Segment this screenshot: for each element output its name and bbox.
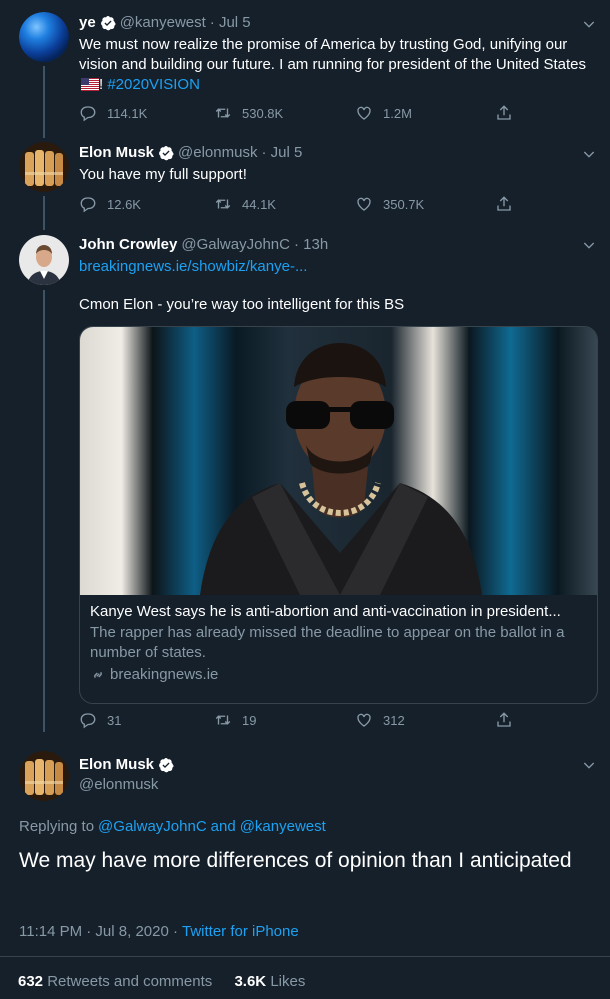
retweet-button[interactable]: 530.8K <box>214 104 355 122</box>
avatar-kanyewest[interactable] <box>19 12 69 62</box>
retweet-icon <box>215 199 231 209</box>
retweet-icon <box>215 108 231 118</box>
chevron-down-icon[interactable] <box>581 16 597 32</box>
avatar-galwayjohnc[interactable] <box>19 235 69 285</box>
retweets-stat[interactable]: 632 Retweets and comments <box>18 973 212 990</box>
tweet-text: We must now realize the promise of Ameri… <box>79 36 586 93</box>
tweet-date[interactable]: · 13h <box>294 236 328 253</box>
main-tweet-text: We may have more differences of opinion … <box>19 849 572 872</box>
like-button[interactable]: 350.7K <box>355 195 495 213</box>
reply-button[interactable]: 31 <box>79 711 214 729</box>
tweet-text: Cmon Elon - you’re way too intelligent f… <box>79 296 405 313</box>
retweet-count: 44.1K <box>242 196 276 212</box>
share-icon <box>497 712 511 727</box>
reply-button[interactable]: 12.6K <box>79 195 214 213</box>
share-icon <box>497 196 511 211</box>
verified-badge-icon <box>100 15 116 30</box>
like-count: 1.2M <box>383 105 412 121</box>
tweet-timestamp[interactable]: 11:14 PM · Jul 8, 2020 · <box>19 923 178 940</box>
reply-count: 12.6K <box>107 196 141 212</box>
reply-icon <box>80 106 96 122</box>
author-handle[interactable]: @elonmusk <box>178 144 257 161</box>
chevron-down-icon[interactable] <box>581 757 597 773</box>
like-button[interactable]: 1.2M <box>355 104 495 122</box>
author-handle[interactable]: @elonmusk <box>79 776 158 793</box>
verified-badge-icon <box>159 757 174 772</box>
link-preview-card[interactable]: Kanye West says he is anti-abortion and … <box>79 326 598 704</box>
reply-mention-link[interactable]: @kanyewest <box>240 818 326 835</box>
reply-icon <box>80 197 96 213</box>
heart-icon <box>357 106 371 120</box>
tweet-date[interactable]: · Jul 5 <box>210 14 251 31</box>
card-description: The rapper has already missed the deadli… <box>90 624 565 661</box>
link-icon <box>94 671 102 678</box>
heart-icon <box>357 713 371 727</box>
engagement-stats: 632 Retweets and comments 3.6K Likes <box>18 973 305 990</box>
divider <box>0 956 610 957</box>
reply-count: 114.1K <box>107 105 148 121</box>
tweet-text: You have my full support! <box>79 166 247 183</box>
reply-and: and <box>210 818 236 835</box>
retweet-button[interactable]: 44.1K <box>214 195 355 213</box>
card-image <box>80 327 597 595</box>
chevron-down-icon[interactable] <box>581 237 597 253</box>
author-name[interactable]: John Crowley <box>79 236 177 253</box>
share-button[interactable] <box>495 711 523 729</box>
tweet-meta: 11:14 PM · Jul 8, 2020 · Twitter for iPh… <box>19 923 299 940</box>
retweet-count: 19 <box>242 712 257 728</box>
author-handle[interactable]: @GalwayJohnC <box>181 236 290 253</box>
tweet-actions: 31 19 312 <box>79 711 523 729</box>
like-count: 312 <box>383 712 405 728</box>
author-handle[interactable]: @kanyewest <box>120 14 206 31</box>
avatar-elonmusk[interactable] <box>19 142 69 192</box>
thread-line <box>43 66 45 138</box>
tweet-date[interactable]: · Jul 5 <box>261 144 302 161</box>
replying-prefix: Replying to <box>19 818 95 835</box>
retweet-icon <box>215 715 231 725</box>
us-flag-icon <box>81 77 99 91</box>
author-name[interactable]: ye <box>79 14 96 31</box>
share-button[interactable] <box>495 195 523 213</box>
like-button[interactable]: 312 <box>355 711 495 729</box>
reply-icon <box>80 713 96 729</box>
heart-icon <box>357 197 371 211</box>
tweet-source-link[interactable]: Twitter for iPhone <box>182 923 299 940</box>
retweet-button[interactable]: 19 <box>214 711 355 729</box>
card-title: Kanye West says he is anti-abortion and … <box>90 603 561 620</box>
likes-stat[interactable]: 3.6K Likes <box>234 973 305 990</box>
thread-line <box>43 196 45 230</box>
like-count: 350.7K <box>383 196 425 212</box>
retweet-count: 530.8K <box>242 105 284 121</box>
thread-line <box>43 290 45 732</box>
tweet-link[interactable]: breakingnews.ie/showbiz/kanye-... <box>79 257 307 277</box>
tweet-actions: 114.1K 530.8K 1.2M <box>79 104 523 122</box>
reply-button[interactable]: 114.1K <box>79 104 214 122</box>
author-name[interactable]: Elon Musk <box>79 756 154 773</box>
chevron-down-icon[interactable] <box>581 146 597 162</box>
share-button[interactable] <box>495 104 523 122</box>
share-icon <box>497 105 511 120</box>
verified-badge-icon <box>159 145 174 160</box>
hashtag-link[interactable]: #2020VISION <box>107 76 200 93</box>
avatar-elonmusk[interactable] <box>19 751 69 801</box>
author-name[interactable]: Elon Musk <box>79 144 154 161</box>
reply-count: 31 <box>107 712 122 728</box>
tweet-actions: 12.6K 44.1K 350.7K <box>79 195 523 213</box>
card-domain: breakingnews.ie <box>110 666 219 683</box>
reply-mention-link[interactable]: @GalwayJohnC <box>98 818 207 835</box>
replying-to: Replying to @GalwayJohnC and @kanyewest <box>19 818 326 835</box>
